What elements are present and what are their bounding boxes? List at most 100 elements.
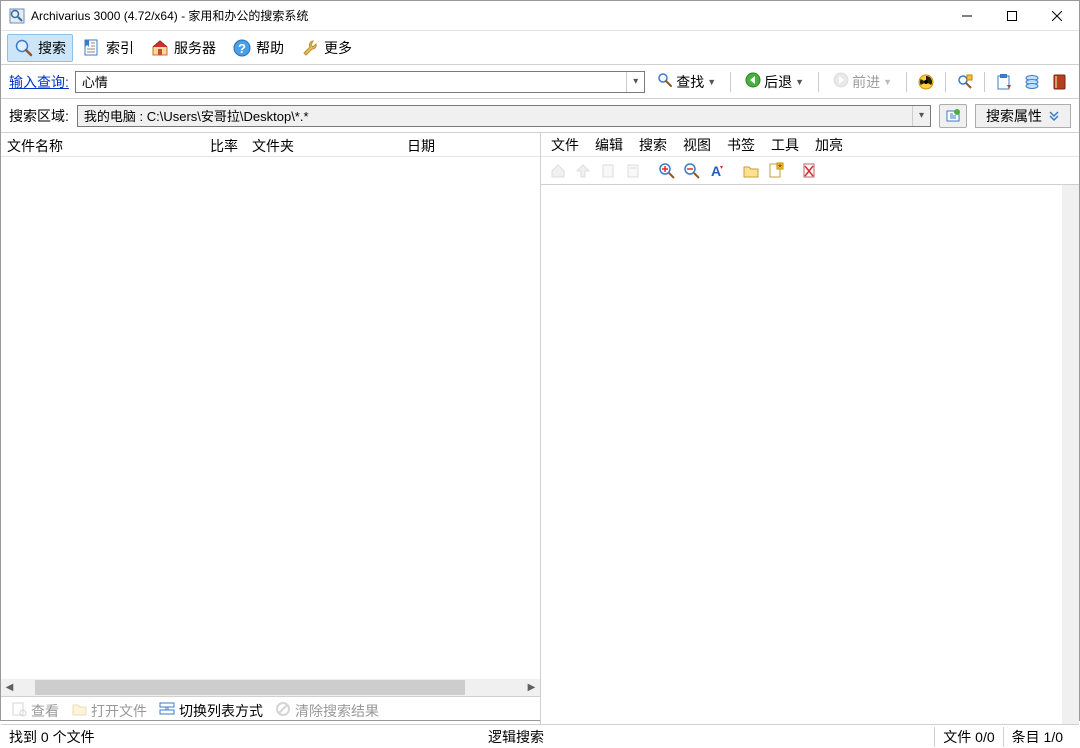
separator — [730, 72, 731, 92]
index-tab[interactable]: 索引 — [75, 34, 141, 62]
expand-icon — [1048, 108, 1060, 124]
maximize-button[interactable] — [989, 1, 1034, 30]
toggle-icon — [159, 701, 175, 720]
results-list[interactable] — [1, 157, 540, 679]
home-icon[interactable] — [547, 160, 569, 182]
search-settings-button[interactable] — [954, 71, 976, 93]
preview-menu-highlight[interactable]: 加亮 — [807, 132, 851, 158]
wrench-icon — [300, 38, 320, 58]
open-file-button[interactable]: 打开文件 — [67, 699, 151, 723]
results-pane: 文件名称 比率 文件夹 日期 ◀ ▶ 查看 打开文件 切换列表方式 — [1, 133, 541, 724]
chevron-down-icon[interactable]: ▾ — [626, 72, 644, 92]
preview-menu-search[interactable]: 搜索 — [631, 132, 675, 158]
help-tab[interactable]: ? 帮助 — [225, 34, 291, 62]
clear-label: 清除搜索结果 — [295, 701, 379, 721]
scroll-left-icon[interactable]: ◀ — [1, 679, 18, 696]
vertical-scrollbar[interactable] — [1062, 185, 1079, 724]
magnifier-icon — [657, 72, 673, 91]
open-icon — [71, 701, 87, 720]
chevron-down-icon[interactable]: ▾ — [912, 106, 930, 126]
more-tab[interactable]: 更多 — [293, 34, 359, 62]
open-file-label: 打开文件 — [91, 701, 147, 721]
toggle-list-button[interactable]: 切换列表方式 — [155, 699, 267, 723]
new-doc-icon[interactable]: ★ — [765, 160, 787, 182]
help-icon: ? — [232, 38, 252, 58]
preview-menu-file[interactable]: 文件 — [543, 132, 587, 158]
col-ratio[interactable]: 比率 — [191, 133, 246, 156]
col-date[interactable]: 日期 — [401, 133, 540, 156]
status-found: 找到 0 个文件 — [9, 727, 469, 747]
clipboard-button[interactable] — [993, 71, 1015, 93]
results-toolbar: 查看 打开文件 切换列表方式 清除搜索结果 — [1, 696, 540, 724]
query-combo[interactable]: ▾ — [75, 71, 645, 93]
doc2-icon[interactable] — [622, 160, 644, 182]
preview-body[interactable] — [541, 185, 1079, 724]
area-combo[interactable]: 我的电脑 : C:\Users\安哥拉\Desktop\*.* ▾ — [77, 105, 931, 127]
book-icon-button[interactable] — [1049, 71, 1071, 93]
view-icon — [11, 701, 27, 720]
separator — [945, 72, 946, 92]
virus-icon-button[interactable] — [915, 71, 937, 93]
font-icon[interactable]: A — [706, 160, 728, 182]
find-label: 查找 — [676, 72, 704, 92]
find-button[interactable]: 查找 ▼ — [651, 69, 722, 95]
preview-toolbar: A ★ — [541, 157, 1079, 185]
index-tab-label: 索引 — [106, 38, 134, 58]
zoom-out-icon[interactable] — [681, 160, 703, 182]
chevron-down-icon: ▼ — [795, 77, 804, 87]
search-tab[interactable]: 搜索 — [7, 34, 73, 62]
index-icon — [82, 38, 102, 58]
titlebar: Archivarius 3000 (4.72/x64) - 家用和办公的搜索系统 — [1, 1, 1079, 31]
forward-button[interactable]: 前进 ▼ — [827, 69, 898, 95]
stack-icon-button[interactable] — [1021, 71, 1043, 93]
query-input[interactable] — [76, 72, 626, 91]
chevron-down-icon: ▼ — [707, 77, 716, 87]
status-mode: 逻辑搜索 — [469, 727, 544, 747]
server-tab[interactable]: 服务器 — [143, 34, 223, 62]
up-icon[interactable] — [572, 160, 594, 182]
zoom-in-icon[interactable] — [656, 160, 678, 182]
server-icon — [150, 38, 170, 58]
status-files: 文件 0/0 — [934, 727, 1002, 747]
separator — [984, 72, 985, 92]
scroll-thumb[interactable] — [35, 680, 465, 695]
back-icon — [745, 72, 761, 91]
scroll-right-icon[interactable]: ▶ — [523, 679, 540, 696]
chevron-down-icon: ▼ — [883, 77, 892, 87]
back-button[interactable]: 后退 ▼ — [739, 69, 810, 95]
preview-menu: 文件 编辑 搜索 视图 书签 工具 加亮 — [541, 133, 1079, 157]
window-title: Archivarius 3000 (4.72/x64) - 家用和办公的搜索系统 — [31, 7, 308, 24]
search-properties-button[interactable]: 搜索属性 — [975, 104, 1071, 128]
query-bar: 输入查询: ▾ 查找 ▼ 后退 ▼ 前进 ▼ — [1, 65, 1079, 99]
area-label: 搜索区域: — [9, 106, 69, 126]
magnifier-icon — [14, 38, 34, 58]
toggle-label: 切换列表方式 — [179, 701, 263, 721]
preview-menu-bookmark[interactable]: 书签 — [719, 132, 763, 158]
refresh-area-button[interactable] — [939, 104, 967, 128]
preview-menu-tools[interactable]: 工具 — [763, 132, 807, 158]
folder-open-icon[interactable] — [740, 160, 762, 182]
close-button[interactable] — [1034, 1, 1079, 30]
delete-doc-icon[interactable] — [799, 160, 821, 182]
status-entries: 条目 1/0 — [1003, 727, 1071, 747]
help-tab-label: 帮助 — [256, 38, 284, 58]
server-tab-label: 服务器 — [174, 38, 216, 58]
clear-results-button[interactable]: 清除搜索结果 — [271, 699, 383, 723]
forward-label: 前进 — [852, 72, 880, 92]
separator — [818, 72, 819, 92]
doc1-icon[interactable] — [597, 160, 619, 182]
query-label[interactable]: 输入查询: — [9, 72, 69, 92]
results-column-header: 文件名称 比率 文件夹 日期 — [1, 133, 540, 157]
view-label: 查看 — [31, 701, 59, 721]
preview-menu-view[interactable]: 视图 — [675, 132, 719, 158]
minimize-button[interactable] — [944, 1, 989, 30]
view-button[interactable]: 查看 — [7, 699, 63, 723]
clear-icon — [275, 701, 291, 720]
separator — [906, 72, 907, 92]
preview-pane: 文件 编辑 搜索 视图 书签 工具 加亮 A ★ — [541, 133, 1079, 724]
preview-menu-edit[interactable]: 编辑 — [587, 132, 631, 158]
col-filename[interactable]: 文件名称 — [1, 133, 191, 156]
horizontal-scrollbar[interactable]: ◀ ▶ — [1, 679, 540, 696]
main-toolbar: 搜索 索引 服务器 ? 帮助 更多 — [1, 31, 1079, 65]
col-folder[interactable]: 文件夹 — [246, 133, 401, 156]
